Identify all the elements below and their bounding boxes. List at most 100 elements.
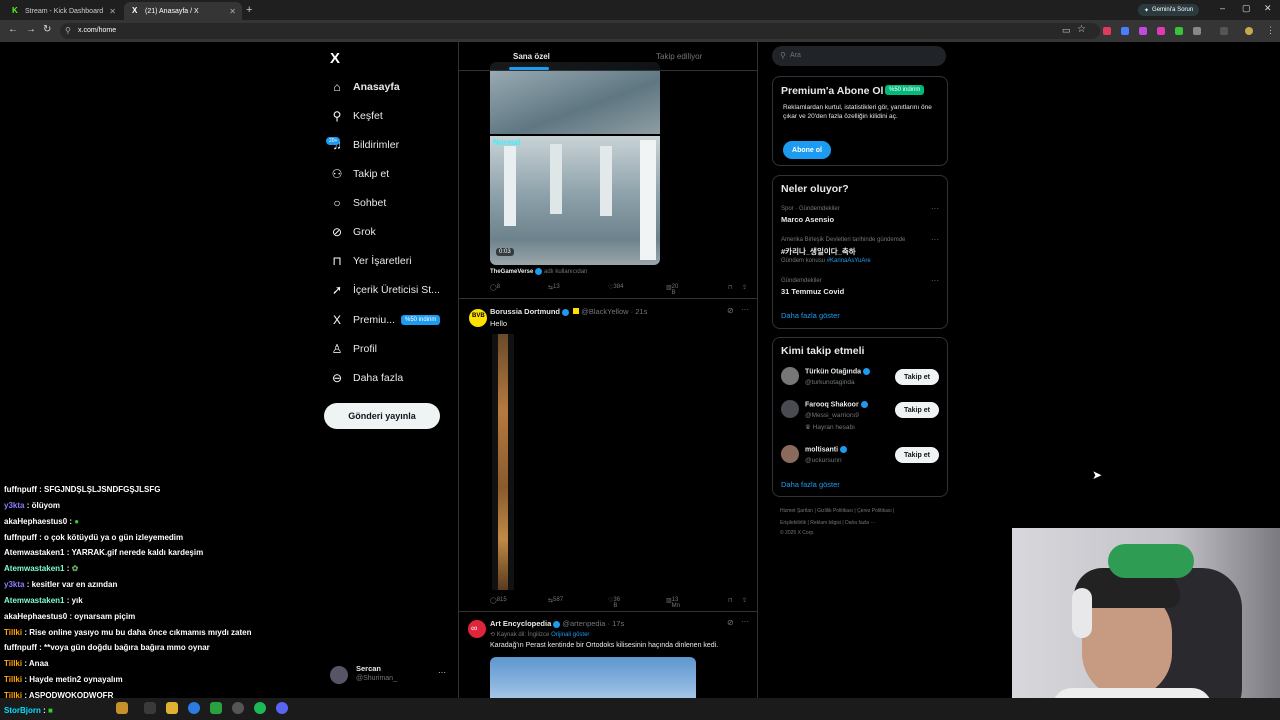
- close-icon[interactable]: ✕: [229, 7, 236, 16]
- tab-following[interactable]: Takip ediliyor: [656, 52, 702, 61]
- reply-button[interactable]: ◯ 815: [490, 597, 507, 604]
- extension-icon[interactable]: [1121, 27, 1129, 35]
- avatar[interactable]: [781, 445, 799, 463]
- bvb-logo-icon: BVB: [472, 313, 485, 319]
- chrome-icon[interactable]: [188, 702, 200, 714]
- nav-item-chat[interactable]: ○ Sohbet: [330, 192, 386, 214]
- repost-button[interactable]: ⇆ 587: [548, 597, 563, 604]
- show-more-suggestions[interactable]: Daha fazla göster: [781, 480, 840, 489]
- folder-icon[interactable]: [166, 702, 178, 714]
- nav-item-explore[interactable]: ⚲ Keşfet: [330, 105, 383, 127]
- more-icon[interactable]: ···: [741, 305, 749, 314]
- window-close-icon[interactable]: ✕: [1264, 3, 1272, 14]
- url-text[interactable]: x.com/home: [78, 27, 116, 34]
- browser-tab-kick[interactable]: K Stream - Kick Dashboard ✕: [4, 2, 122, 20]
- avatar[interactable]: ∞: [468, 620, 486, 638]
- site-info-icon[interactable]: ⚲: [65, 26, 71, 35]
- kick-logo-icon: K: [12, 6, 18, 15]
- footer-link[interactable]: Reklam bilgisi: [810, 520, 841, 526]
- bookmark-icon[interactable]: ⊓: [728, 284, 733, 291]
- menu-kebab-icon[interactable]: ⋮: [1266, 25, 1275, 36]
- grok-icon[interactable]: ⊘: [727, 306, 734, 315]
- nav-item-home[interactable]: ⌂ Anasayfa: [330, 76, 399, 98]
- app-icon[interactable]: [116, 702, 128, 714]
- post-button[interactable]: Gönderi yayınla: [324, 403, 440, 429]
- reply-button[interactable]: ◯ 8: [490, 284, 500, 291]
- show-original-link[interactable]: Orijinali göster: [551, 632, 589, 638]
- suggested-user-name[interactable]: moltisanti: [805, 446, 848, 453]
- views-count[interactable]: ▥ 20 B: [666, 284, 678, 296]
- subscribe-button[interactable]: Abone ol: [783, 141, 831, 159]
- nav-item-notifications[interactable]: ♫ Bildirimler: [330, 134, 400, 156]
- bookmark-star-icon[interactable]: ☆: [1077, 24, 1086, 35]
- cast-icon[interactable]: ▭: [1062, 25, 1071, 36]
- x-logo[interactable]: X: [330, 50, 340, 67]
- tweet-image[interactable]: [492, 334, 514, 590]
- extension-icon[interactable]: [1139, 27, 1147, 35]
- more-icon[interactable]: ···: [741, 617, 749, 626]
- follow-button[interactable]: Takip et: [895, 369, 939, 385]
- account-switcher[interactable]: Sercan @Shuriman_ ···: [330, 662, 448, 688]
- grok-icon[interactable]: ⊘: [727, 618, 734, 627]
- nav-item-premium[interactable]: X Premiu...: [330, 309, 395, 331]
- back-icon[interactable]: ←: [8, 24, 18, 35]
- nav-item-more[interactable]: ⊖ Daha fazla: [330, 367, 403, 389]
- app-icon[interactable]: [144, 702, 156, 714]
- premium-discount-badge: %50 indirim: [885, 85, 925, 95]
- avatar[interactable]: [781, 400, 799, 418]
- footer-link[interactable]: Çerez Politikası: [857, 508, 892, 514]
- extension-icon[interactable]: [1175, 27, 1183, 35]
- avatar[interactable]: BVB: [468, 308, 488, 328]
- footer-link[interactable]: Gizlilik Politikası: [817, 508, 853, 514]
- suggested-user-name[interactable]: Türkün Otağında: [805, 368, 870, 375]
- nav-item-follow[interactable]: ⚇ Takip et: [330, 163, 390, 185]
- avatar[interactable]: [781, 367, 799, 385]
- minimize-icon[interactable]: –: [1220, 3, 1225, 13]
- footer-link[interactable]: Erişilebilirlik: [780, 520, 806, 526]
- tab-for-you[interactable]: Sana özel: [513, 52, 550, 61]
- nav-item-bookmarks[interactable]: ⊓ Yer İşaretleri: [330, 250, 411, 272]
- share-icon[interactable]: ⇪: [742, 597, 747, 604]
- footer-link[interactable]: Hizmet Şartları: [780, 508, 813, 514]
- nav-item-creator-studio[interactable]: ➚ İçerik Üreticisi St...: [330, 279, 440, 301]
- reload-icon[interactable]: ↻: [43, 24, 51, 35]
- app-icon[interactable]: [232, 702, 244, 714]
- tweet-author[interactable]: Art Encyclopedia @artenpedia · 17s: [490, 619, 624, 628]
- footer-link[interactable]: Daha fazla ···: [845, 520, 875, 526]
- tweet-image[interactable]: [490, 657, 696, 698]
- extension-icon[interactable]: [1103, 27, 1111, 35]
- nav-item-profile[interactable]: ♙ Profil: [330, 338, 377, 360]
- forward-icon[interactable]: →: [26, 24, 36, 35]
- new-tab-icon[interactable]: +: [246, 4, 252, 16]
- suggested-user-name[interactable]: Farooq Shakoor: [805, 401, 868, 408]
- repost-button[interactable]: ⇆ 13: [548, 284, 560, 291]
- chat-line: akaHephaestus0 : oynarsam piçim: [4, 612, 136, 621]
- extension-icon[interactable]: [1157, 27, 1165, 35]
- maximize-icon[interactable]: ▢: [1242, 3, 1251, 14]
- tweet-video[interactable]: Normal 0:03: [490, 62, 660, 265]
- views-count[interactable]: ▥ 13 Mn: [666, 597, 680, 609]
- close-icon[interactable]: ✕: [109, 7, 116, 16]
- spotify-icon[interactable]: [254, 702, 266, 714]
- browser-tab-x[interactable]: X (21) Anasayfa / X ✕: [124, 2, 242, 20]
- follow-button[interactable]: Takip et: [895, 402, 939, 418]
- bookmark-icon[interactable]: ⊓: [728, 597, 733, 604]
- extensions-puzzle-icon[interactable]: [1193, 27, 1201, 35]
- address-bar[interactable]: ⚲: [60, 23, 1100, 39]
- like-button[interactable]: ♡ 36 B: [608, 597, 620, 609]
- timeline[interactable]: Normal 0:03 TheGameVerse adlı kullanıcıd…: [458, 42, 758, 698]
- share-icon[interactable]: ⇪: [742, 284, 747, 291]
- search-input[interactable]: ⚲ Ara: [772, 46, 946, 66]
- video-source[interactable]: TheGameVerse adlı kullanıcıdan: [490, 268, 587, 275]
- follow-button[interactable]: Takip et: [895, 447, 939, 463]
- tweet-author[interactable]: Borussia Dortmund @BlackYellow · 21s: [490, 307, 647, 316]
- suggested-user-handle: @Messi_warriors9: [805, 412, 859, 419]
- nav-item-grok[interactable]: ⊘ Grok: [330, 221, 376, 243]
- sidebar-icon[interactable]: [1220, 27, 1228, 35]
- app-icon[interactable]: [210, 702, 222, 714]
- profile-avatar-icon[interactable]: [1245, 27, 1253, 35]
- like-button[interactable]: ♡ 384: [608, 284, 623, 291]
- show-more-trends[interactable]: Daha fazla göster: [781, 311, 840, 320]
- discord-icon[interactable]: [276, 702, 288, 714]
- gemini-button[interactable]: ✦ Gemini'a Sorun: [1138, 4, 1200, 16]
